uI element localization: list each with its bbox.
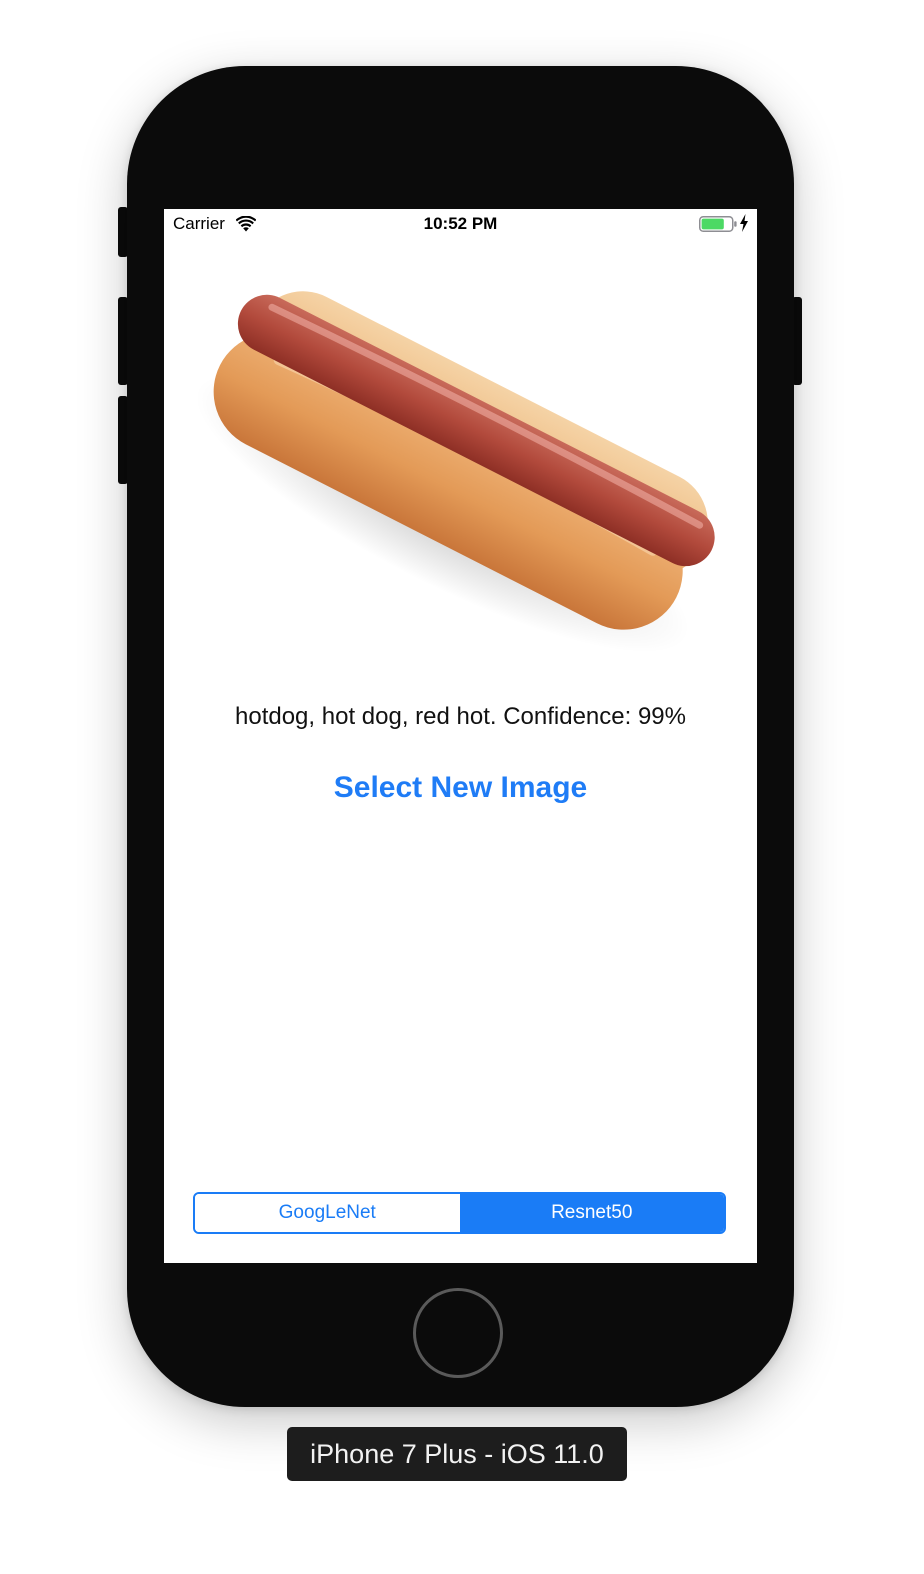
select-new-image-button[interactable]: Select New Image [164, 771, 757, 805]
classification-result: hotdog, hot dog, red hot. Confidence: 99… [235, 703, 686, 730]
segment-googlenet-label: GoogLeNet [278, 1202, 376, 1223]
status-bar: Carrier 10:52 PM [164, 209, 757, 239]
segment-resnet50-label: Resnet50 [551, 1202, 633, 1223]
battery-charging-icon [699, 216, 737, 232]
charging-bolt-icon [740, 214, 748, 232]
status-time: 10:52 PM [423, 214, 498, 233]
device-label: iPhone 7 Plus - iOS 11.0 [287, 1427, 627, 1481]
segment-googlenet[interactable]: GoogLeNet [195, 1194, 460, 1232]
segment-resnet50[interactable]: Resnet50 [459, 1194, 724, 1232]
simulator-stage: Carrier 10:52 PM hotdog, hot dog, red ho… [0, 0, 924, 1574]
device-label-text: iPhone 7 Plus - iOS 11.0 [310, 1438, 604, 1469]
hotdog-photo [195, 291, 715, 653]
app-screen: Carrier 10:52 PM hotdog, hot dog, red ho… [164, 209, 757, 1263]
home-button[interactable] [413, 1288, 503, 1378]
model-segmented-control: GoogLeNet Resnet50 [193, 1192, 726, 1234]
